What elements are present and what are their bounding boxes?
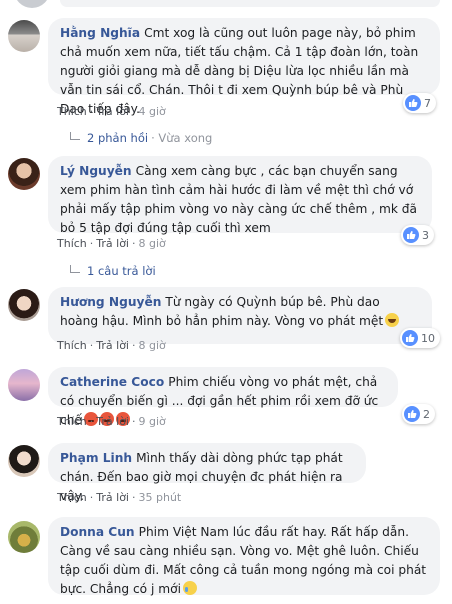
reaction-count[interactable]: 2 <box>402 404 435 424</box>
reaction-count[interactable]: 3 <box>401 225 434 245</box>
comment-actions: Thích · Trả lời · 8 giờ <box>57 339 166 352</box>
comment-bubble: Catherine Coco Phim chiếu vòng vo phát mệ… <box>48 367 398 427</box>
comment-bubble: Donna Cun Phim Việt Nam lúc đầu rất hay. … <box>48 517 440 596</box>
reaction-number: 2 <box>423 407 430 421</box>
comment-time[interactable]: 9 giờ <box>139 415 166 428</box>
previous-comment-bubble <box>60 0 440 7</box>
comment-actions: Thích · Trả lời · 4 giờ <box>57 105 166 118</box>
laughing-emoji-icon <box>385 313 400 327</box>
avatar[interactable] <box>8 20 40 52</box>
comment-time[interactable]: 8 giờ <box>139 339 166 352</box>
avatar[interactable] <box>8 445 40 477</box>
reply-arrow-icon <box>70 265 80 273</box>
like-link[interactable]: Thích <box>57 237 87 250</box>
comment-time[interactable]: 8 giờ <box>139 237 166 250</box>
reply-link[interactable]: Trả lời <box>96 237 129 250</box>
avatar-previous <box>14 0 50 8</box>
comment-bubble: Hằng Nghĩa Cmt xog là cũng out luôn page … <box>48 18 440 116</box>
reply-link[interactable]: Trả lời <box>96 415 129 428</box>
reply-arrow-icon <box>70 132 80 140</box>
like-link[interactable]: Thích <box>57 491 87 504</box>
view-replies[interactable]: 1 câu trả lời <box>70 264 156 278</box>
comment-author[interactable]: Lý Nguyễn <box>60 164 132 178</box>
reply-link[interactable]: Trả lời <box>96 491 129 504</box>
reaction-number: 7 <box>424 96 431 110</box>
comment-time[interactable]: 35 phút <box>139 491 182 504</box>
avatar[interactable] <box>8 289 40 321</box>
comment-bubble: Phạm Linh Mình thấy dài dòng phức tạp phá… <box>48 443 366 503</box>
like-icon <box>404 406 420 422</box>
comment-bubble: Lý Nguyễn Càng xem càng bực , các bạn chu… <box>48 156 432 235</box>
like-link[interactable]: Thích <box>57 415 87 428</box>
like-link[interactable]: Thích <box>57 105 87 118</box>
replies-count[interactable]: 1 câu trả lời <box>87 264 156 278</box>
reply-link[interactable]: Trả lời <box>96 339 129 352</box>
like-icon <box>403 227 419 243</box>
comment-author[interactable]: Hằng Nghĩa <box>60 26 140 40</box>
crying-emoji-icon <box>182 581 197 595</box>
comment-author[interactable]: Catherine Coco <box>60 375 164 389</box>
comment-author[interactable]: Donna Cun <box>60 525 135 539</box>
reaction-count[interactable]: 7 <box>403 93 436 113</box>
comment-author[interactable]: Hương Nguyễn <box>60 295 161 309</box>
comment-actions: Thích · Trả lời · 9 giờ <box>57 415 166 428</box>
comment-time[interactable]: 4 giờ <box>139 105 166 118</box>
like-icon <box>402 330 418 346</box>
avatar[interactable] <box>8 369 40 401</box>
reaction-count[interactable]: 10 <box>400 328 440 348</box>
reaction-number: 3 <box>422 228 429 242</box>
view-replies[interactable]: 2 phản hồi · Vừa xong <box>70 131 212 145</box>
like-link[interactable]: Thích <box>57 339 87 352</box>
comment-actions: Thích · Trả lời · 8 giờ <box>57 237 166 250</box>
comment-author[interactable]: Phạm Linh <box>60 451 132 465</box>
reply-link[interactable]: Trả lời <box>96 105 129 118</box>
comment-actions: Thích · Trả lời · 35 phút <box>57 491 182 504</box>
avatar[interactable] <box>8 521 40 553</box>
comment-bubble: Hương Nguyễn Từ ngày có Quỳnh búp bê. Phù… <box>48 287 432 344</box>
replies-count[interactable]: 2 phản hồi <box>87 131 148 145</box>
reaction-number: 10 <box>421 331 435 345</box>
replies-time: · Vừa xong <box>151 131 213 145</box>
like-icon <box>405 95 421 111</box>
avatar[interactable] <box>8 158 40 190</box>
